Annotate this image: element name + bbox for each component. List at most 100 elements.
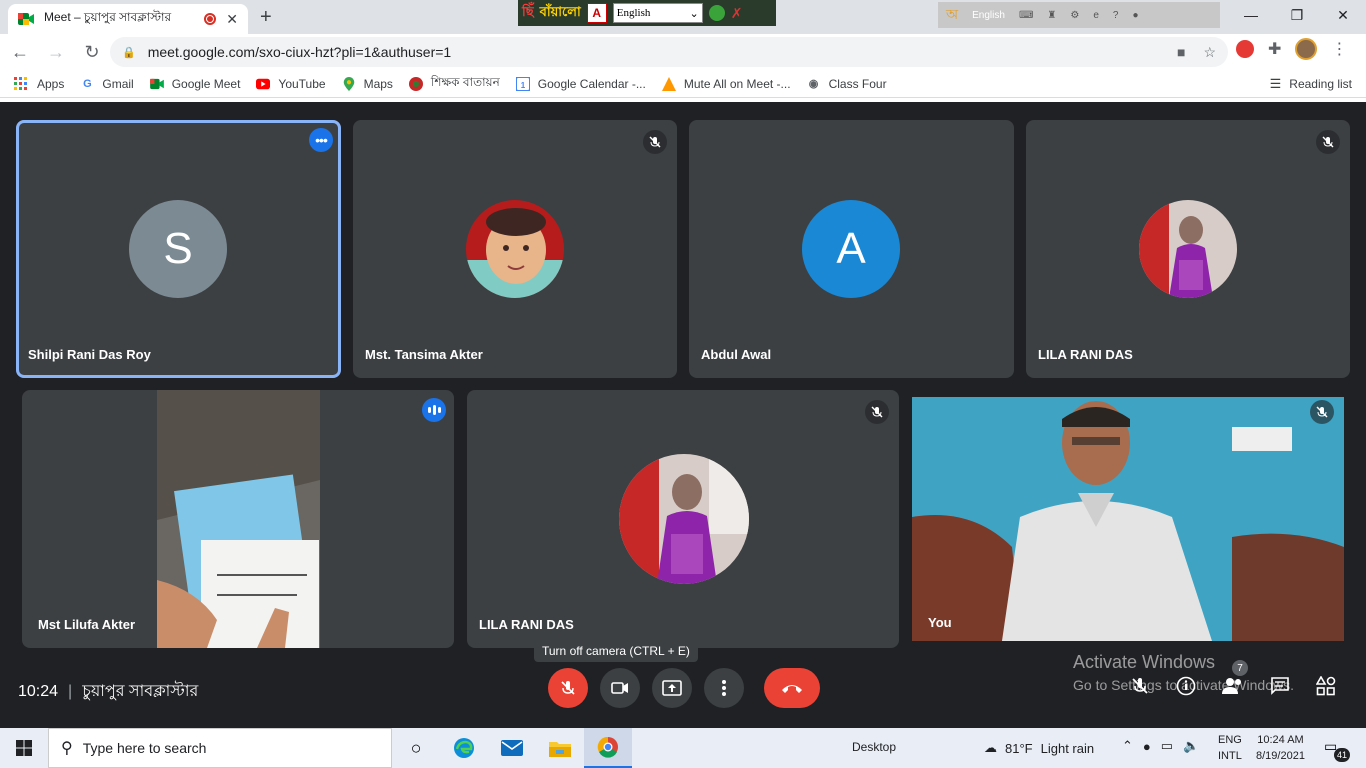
language-select[interactable]: English ⌄ [612, 3, 703, 23]
close-window-icon[interactable]: ✕ [1320, 0, 1366, 30]
ime-language[interactable]: English [972, 10, 1005, 21]
svg-text:1: 1 [521, 81, 526, 90]
tool-icon[interactable]: ♜ [1047, 10, 1056, 21]
bookmark-maps[interactable]: Maps [342, 76, 393, 91]
windows-start-icon[interactable] [0, 728, 48, 768]
watermark-subtitle: Go to Settings to activate Windows. [1073, 677, 1294, 693]
participant-photo [466, 200, 564, 298]
edge-icon[interactable] [440, 728, 488, 768]
search-icon: ⚲ [61, 740, 73, 757]
meeting-title: চুয়াপুর সাবক্লাস্টার [82, 683, 199, 700]
download-icon[interactable] [708, 5, 725, 21]
input-language[interactable]: ENG INTL [1218, 732, 1242, 764]
activate-windows-watermark: Activate Windows Go to Settings to activ… [1073, 652, 1294, 693]
globe-icon: ◉ [808, 78, 819, 90]
participant-tile[interactable]: A Abdul Awal [689, 120, 1014, 378]
watermark-title: Activate Windows [1073, 652, 1216, 672]
desktop-toolbar[interactable]: Desktop [852, 740, 896, 754]
activities-icon[interactable] [1315, 675, 1336, 701]
participant-tile[interactable]: S ••• Shilpi Rani Das Roy [16, 120, 341, 378]
camera-indicator-icon[interactable]: ■ [1177, 44, 1185, 60]
extension-red-icon[interactable] [1236, 40, 1254, 58]
bookmark-shikkhok-batayon[interactable]: শিক্ষক বাতায়ন [408, 74, 500, 94]
close-icon[interactable]: ✗ [731, 5, 743, 22]
bangla-char-icon[interactable]: অ [946, 3, 958, 27]
forward-icon[interactable]: → [40, 36, 72, 68]
reading-list-button[interactable]: ☰ Reading list [1270, 76, 1352, 92]
chrome-taskbar-icon[interactable] [584, 728, 632, 768]
mic-toggle-button[interactable] [548, 668, 588, 708]
bookmark-class-four[interactable]: ◉ Class Four [807, 77, 887, 91]
participant-name: Mst Lilufa Akter [38, 617, 136, 632]
task-view-icon[interactable]: ○ [392, 728, 440, 768]
tab-meet[interactable]: Meet – চুয়াপুর সাবক্লাস্টার ✕ [8, 4, 248, 34]
pdf-icon[interactable]: A [586, 3, 607, 23]
meet-icon [18, 12, 34, 26]
extensions: ✚ ⋮ [1236, 38, 1347, 60]
browser-toolbar: ← → ↻ 🔒 meet.google.com/sxo-ciux-hzt?pli… [0, 34, 1366, 70]
camera-toggle-button[interactable] [600, 668, 640, 708]
self-tile[interactable]: You [912, 390, 1344, 648]
bookmark-star-icon[interactable]: ☆ [1203, 44, 1216, 61]
participant-photo [1139, 200, 1237, 298]
more-options-icon[interactable]: ••• [309, 128, 333, 152]
participant-tile[interactable]: Mst. Tansima Akter [353, 120, 677, 378]
participant-tile[interactable]: Mst Lilufa Akter [22, 390, 454, 648]
clock[interactable]: 10:24 AM 8/19/2021 [1256, 732, 1305, 764]
lock-icon[interactable]: 🔒 [122, 46, 136, 59]
participant-tile[interactable]: LILA RANI DAS [467, 390, 899, 648]
language-code: ENG [1218, 734, 1242, 746]
camera-icon [611, 682, 628, 694]
notification-count: 41 [1334, 748, 1350, 762]
bookmark-gmail[interactable]: G Gmail [80, 77, 134, 91]
maps-pin-icon [342, 76, 356, 91]
more-options-button[interactable] [704, 668, 744, 708]
minimize-icon[interactable]: — [1228, 0, 1274, 30]
avatar-initial: A [836, 224, 866, 273]
bookmark-google-calendar[interactable]: 1 Google Calendar -... [515, 76, 646, 91]
mail-icon[interactable] [488, 728, 536, 768]
settings-icon[interactable]: ⚙ [1070, 10, 1079, 21]
kebab-menu-icon[interactable]: ⋮ [1331, 39, 1347, 59]
tab-title: Meet – চুয়াপুর সাবক্লাস্টার [44, 10, 172, 24]
bookmark-google-meet[interactable]: Google Meet [149, 77, 240, 91]
volume-icon[interactable]: 🔈 [1183, 738, 1199, 754]
help-icon[interactable]: ? [1113, 10, 1119, 21]
participant-name: LILA RANI DAS [479, 617, 574, 632]
taskbar-search[interactable]: ⚲ Type here to search [48, 728, 392, 768]
new-tab-button[interactable]: + [260, 6, 272, 29]
participant-tile[interactable]: LILA RANI DAS [1026, 120, 1350, 378]
chevron-up-icon[interactable]: ⌃ [1122, 738, 1133, 754]
battery-icon[interactable]: ▭ [1161, 738, 1173, 754]
microphone-icon[interactable]: ● [1143, 739, 1151, 754]
window-controls: — ❐ ✕ [1228, 0, 1366, 30]
leave-call-button[interactable] [764, 668, 820, 708]
profile-avatar[interactable] [1295, 38, 1318, 60]
address-bar[interactable]: 🔒 meet.google.com/sxo-ciux-hzt?pli=1&aut… [110, 37, 1228, 67]
participant-name: You [928, 615, 952, 630]
mic-off-icon [643, 130, 667, 154]
restore-icon[interactable]: ❐ [1274, 0, 1320, 30]
bookmark-mute-all[interactable]: Mute All on Meet -... [661, 76, 791, 91]
bookmark-apps[interactable]: Apps [14, 77, 64, 91]
browser-icon[interactable]: e [1093, 10, 1099, 21]
participant-photo [619, 454, 749, 584]
chevron-down-icon: ⌄ [689, 7, 699, 20]
temperature: 81°F [1005, 740, 1033, 756]
weather-widget[interactable]: ☁ 81°F Light rain [984, 740, 1094, 756]
mic-off-icon [561, 681, 575, 695]
url-text: meet.google.com/sxo-ciux-hzt?pli=1&authu… [147, 44, 452, 60]
file-explorer-icon[interactable] [536, 728, 584, 768]
puzzle-icon[interactable]: ✚ [1268, 39, 1281, 59]
bangla-logo-icon: ছিঁ [522, 3, 534, 19]
reload-icon[interactable]: ↻ [76, 36, 108, 68]
bookmark-label: শিক্ষক বাতায়ন [430, 74, 500, 89]
present-button[interactable] [652, 668, 692, 708]
weather-condition: Light rain [1040, 740, 1095, 756]
back-icon[interactable]: ← [4, 36, 36, 68]
close-tab-icon[interactable]: ✕ [226, 11, 238, 28]
keyboard-icon[interactable]: ⌨ [1019, 10, 1033, 21]
power-icon[interactable]: ● [1132, 10, 1138, 21]
extension-cone-icon [661, 76, 676, 91]
bookmark-youtube[interactable]: YouTube [256, 77, 326, 91]
